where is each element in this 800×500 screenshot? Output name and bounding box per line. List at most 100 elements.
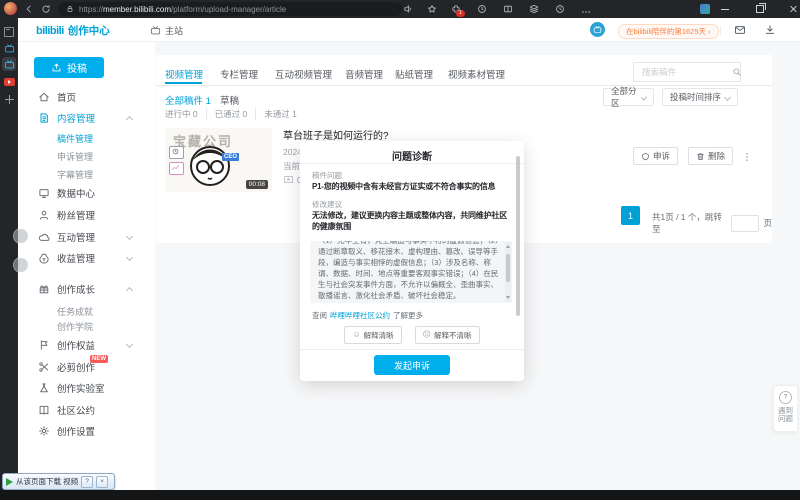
appeal-icon [642, 152, 649, 160]
sidebar-item-subtitle-mgmt[interactable]: 字幕管理 [38, 168, 143, 180]
favorite-star-icon[interactable] [427, 4, 437, 14]
help-feedback-widget[interactable]: ? 遇到 问题 [773, 385, 797, 432]
trash-icon [697, 152, 704, 160]
extensions-icon[interactable]: 1 [451, 4, 465, 17]
restore-button[interactable] [745, 1, 775, 17]
anniversary-pill[interactable]: 在bilibili陪伴的第1625天 › [618, 24, 719, 39]
sidebar-item-interact-mgmt[interactable]: 互动管理 [38, 231, 134, 244]
community-convention-link[interactable]: 哔哩哔哩社区公约 [330, 310, 390, 321]
content-icon [38, 112, 50, 124]
sort-dropdown[interactable]: 投稿时间排序 [662, 88, 738, 106]
sidebar-item-income-mgmt[interactable]: 收益管理 [38, 252, 134, 265]
question-icon: ? [779, 391, 792, 404]
tab-sticker-mgmt[interactable]: 贴纸管理 [395, 67, 433, 81]
detail-scrollbar[interactable] [505, 242, 511, 302]
appeal-cta-button[interactable]: 发起申诉 [374, 355, 450, 375]
refresh-icon[interactable] [41, 4, 51, 14]
new-tab-icon[interactable] [2, 92, 16, 106]
main-site-link[interactable]: 主站 [150, 24, 183, 37]
search-icon[interactable] [732, 67, 742, 77]
sidebar-item-appeal-mgmt[interactable]: 申诉管理 [38, 150, 143, 162]
address-bar[interactable]: https://member.bilibili.com/platform/upl… [58, 2, 402, 16]
sidebar-item-content-mgmt[interactable]: 内容管理 [38, 112, 134, 125]
mail-icon[interactable] [734, 24, 746, 36]
modal-scrollbar[interactable] [516, 145, 520, 377]
sidebar-item-convention[interactable]: 社区公约 [38, 404, 124, 417]
pagination-info: 共1页 / 1 个，跳转至 页 [652, 212, 772, 234]
sidebar-item-fans-mgmt[interactable]: 粉丝管理 [38, 209, 124, 222]
tab-preview-icon[interactable] [2, 25, 16, 39]
scroll-up-arrow[interactable] [506, 245, 510, 248]
browser-profile-avatar[interactable] [4, 2, 17, 15]
status-passed[interactable]: 已通过 0 [205, 108, 256, 120]
category-dropdown[interactable]: 全部分区 [603, 86, 654, 108]
sidebar-item-settings[interactable]: 创作设置 [38, 425, 124, 438]
more-actions-icon[interactable] [742, 150, 752, 168]
youtube-tab-icon[interactable] [2, 75, 16, 89]
active-tab-underline [165, 82, 202, 84]
tab-column-mgmt[interactable]: 专栏管理 [220, 67, 258, 81]
download-icon[interactable] [764, 24, 776, 36]
advice-label: 修改建议 [312, 200, 342, 209]
video-title[interactable]: 草台班子是如何运行的? [283, 127, 463, 142]
scroll-thumb[interactable] [506, 254, 510, 282]
download-extension-bar[interactable]: 从该页面下载 视频 ? × [2, 473, 115, 490]
chevron-down-icon [125, 340, 134, 349]
smile-icon: ☺ [352, 330, 361, 339]
workspace-icon[interactable] [700, 4, 710, 14]
history-icon[interactable] [555, 4, 565, 14]
rule-detail-box[interactable]: （1）无中生有，凭空编造与事实不符的虚假信息；（2）通过断章取义、移花接木、虚构… [310, 241, 512, 303]
minimize-button[interactable] [710, 1, 740, 17]
split-screen-icon[interactable] [503, 4, 513, 14]
chevron-up-icon [125, 115, 134, 124]
bilibili-tab-icon[interactable] [2, 41, 16, 55]
video-thumbnail[interactable]: 宝藏公司 CEO 00:08 [165, 128, 272, 192]
scroll-down-arrow[interactable] [506, 296, 510, 299]
submit-button[interactable]: 投稿 [34, 57, 104, 78]
floating-extension-button[interactable] [13, 257, 29, 273]
delete-button[interactable]: 删除 [688, 147, 734, 165]
chevron-down-icon [125, 253, 134, 262]
sidebar-item-bcut[interactable]: 必剪创作 NEW [38, 355, 124, 374]
search-input[interactable] [640, 66, 728, 78]
chevron-up-icon [125, 286, 134, 295]
status-in-progress[interactable]: 进行中 0 [165, 108, 206, 120]
sidebar-item-lab[interactable]: 创作实验室 [38, 382, 124, 395]
sidebar-item-data-center[interactable]: 数据中心 [38, 187, 124, 200]
bilibili-logo[interactable]: bilibili 创作中心 [36, 23, 110, 38]
feedback-unclear-button[interactable]: ☹ 解释不清晰 [414, 326, 480, 344]
tab-material-mgmt[interactable]: 视频素材管理 [448, 67, 505, 81]
collections-icon[interactable] [529, 4, 539, 14]
tab-interactive-video[interactable]: 互动视频管理 [275, 67, 332, 81]
back-icon[interactable] [24, 4, 34, 14]
sidebar-item-archive-mgmt[interactable]: 稿件管理 [38, 132, 143, 144]
active-tab-icon[interactable] [2, 57, 16, 71]
sidebar-item-tasks[interactable]: 任务成就 [38, 305, 143, 317]
sidebar-item-growth[interactable]: 创作成长 [38, 283, 134, 296]
sidebar-item-academy[interactable]: 创作学院 [38, 320, 143, 332]
tab-audio-mgmt[interactable]: 音频管理 [345, 67, 383, 81]
read-aloud-icon[interactable] [403, 4, 413, 14]
tab-video-mgmt[interactable]: 视频管理 [165, 67, 203, 81]
page-jump-input[interactable] [731, 214, 760, 232]
floating-extension-button[interactable] [13, 228, 29, 244]
status-rejected[interactable]: 未通过 1 [255, 108, 305, 120]
filter-all-archives[interactable]: 全部稿件 1 [165, 93, 211, 107]
appeal-button[interactable]: 申诉 [633, 147, 679, 165]
advice-text: 无法修改，建议更换内容主题或整体内容，共同维护社区的健康氛围 [312, 211, 507, 231]
page-number-button[interactable]: 1 [621, 206, 640, 225]
screen: https://member.bilibili.com/platform/upl… [0, 0, 800, 500]
download-bar-help-button[interactable]: ? [81, 475, 94, 488]
user-avatar[interactable] [590, 22, 605, 37]
duration-badge: 00:08 [245, 180, 268, 189]
home-icon [38, 91, 50, 103]
flag-icon [38, 339, 50, 351]
close-button[interactable] [778, 1, 800, 17]
download-bar-close-button[interactable]: × [96, 475, 109, 488]
feedback-clear-button[interactable]: ☺ 解释清晰 [344, 326, 402, 344]
sidebar-item-rights[interactable]: 创作权益 [38, 339, 134, 352]
filter-drafts[interactable]: 草稿 [220, 93, 239, 107]
sidebar-item-home[interactable]: 首页 [38, 91, 124, 104]
flask-icon [38, 382, 50, 394]
browser-essentials-icon[interactable] [477, 4, 487, 14]
